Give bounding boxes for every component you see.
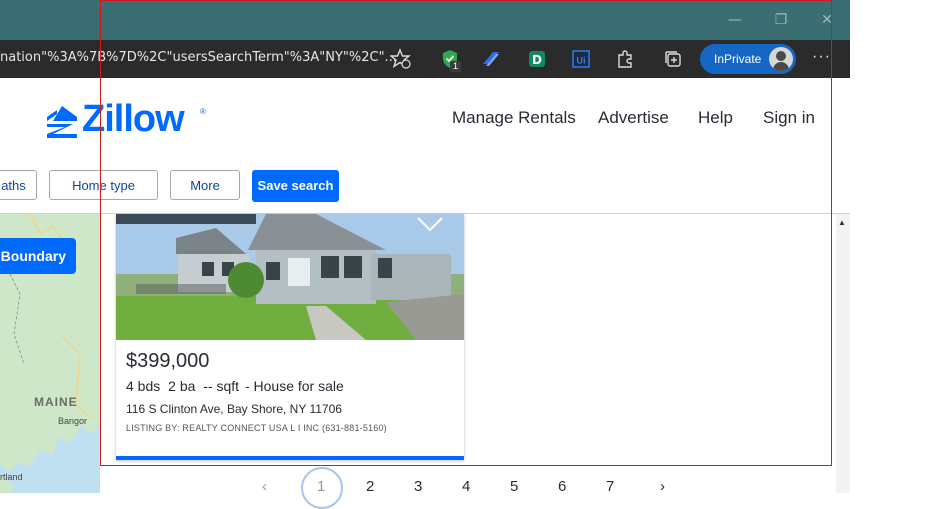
home-type-filter-button[interactable]: Home type (49, 170, 158, 200)
inprivate-label: InPrivate (714, 52, 762, 66)
next-page-button[interactable]: › (660, 478, 665, 495)
inprivate-button[interactable]: InPrivate (700, 44, 796, 74)
more-menu-icon[interactable]: ··· (812, 48, 831, 66)
logo-text: Zillow (82, 98, 185, 140)
map-panel[interactable]: Boundary MAINE Bangor rtland (0, 214, 100, 493)
baths-filter-button[interactable]: aths (0, 170, 37, 200)
listing-sqft: -- sqft (203, 378, 240, 394)
listing-facts: 4 bds 2 ba -- sqft - House for sale (126, 378, 344, 394)
listing-price: $399,000 (126, 350, 210, 372)
save-search-button[interactable]: Save search (252, 170, 339, 202)
nav-sign-in[interactable]: Sign in (763, 108, 815, 128)
close-button[interactable]: ✕ (817, 10, 837, 30)
arrow-extension-icon[interactable] (480, 48, 502, 70)
favorite-star-icon[interactable] (389, 48, 412, 70)
site-header: Zillow ® Manage Rentals Advertise Help S… (0, 78, 850, 159)
browser-title-bar: — ❐ ✕ (0, 0, 850, 40)
listing-type: - House for sale (244, 378, 344, 394)
svg-text:D: D (532, 53, 542, 67)
filter-bar: aths Home type More Save search (0, 158, 850, 214)
results-scrollbar[interactable] (836, 214, 850, 493)
prev-page-button[interactable]: ‹ (262, 478, 267, 495)
svg-text:Ui: Ui (576, 57, 585, 67)
minimize-button[interactable]: — (725, 10, 745, 30)
extensions-puzzle-icon[interactable] (614, 48, 636, 70)
page-1[interactable]: 1 (317, 478, 325, 495)
registered-mark: ® (200, 107, 206, 116)
browser-toolbar: nation"%3A%7B%7D%2C"usersSearchTerm"%3A"… (0, 40, 850, 78)
nav-advertise[interactable]: Advertise (598, 108, 669, 128)
page-2[interactable]: 2 (366, 478, 374, 495)
more-filter-button[interactable]: More (170, 170, 240, 200)
listing-broker: LISTING BY: REALTY CONNECT USA L I INC (… (126, 423, 387, 433)
collections-icon[interactable] (662, 48, 684, 70)
zillow-house-icon (47, 106, 77, 138)
scroll-up-arrow-icon[interactable]: ▲ (838, 218, 846, 227)
nav-help[interactable]: Help (698, 108, 733, 128)
map-state-label: MAINE (34, 395, 78, 409)
property-card[interactable]: $399,000 4 bds 2 ba -- sqft - House for … (116, 214, 464, 460)
profile-avatar-icon (769, 47, 793, 71)
remove-boundary-button[interactable]: Boundary (0, 238, 76, 274)
shield-extension-icon[interactable]: 1 (440, 48, 462, 72)
map-city-label-2: rtland (0, 472, 23, 482)
ui-extension-icon[interactable]: Ui (570, 48, 592, 70)
restore-button[interactable]: ❐ (771, 10, 791, 30)
card-accent-bar (116, 456, 464, 460)
listing-address[interactable]: 116 S Clinton Ave, Bay Shore, NY 11706 (126, 402, 342, 416)
address-bar[interactable]: nation"%3A%7B%7D%2C"usersSearchTerm"%3A"… (0, 50, 397, 65)
nav-manage-rentals[interactable]: Manage Rentals (452, 108, 576, 128)
page-5[interactable]: 5 (510, 478, 518, 495)
property-photo[interactable] (116, 214, 464, 340)
page-7[interactable]: 7 (606, 478, 614, 495)
d-extension-icon[interactable]: D (526, 48, 548, 70)
listing-baths: 2 ba (168, 378, 196, 394)
page-4[interactable]: 4 (462, 478, 470, 495)
page-6[interactable]: 6 (558, 478, 566, 495)
listing-beds: 4 bds (126, 378, 161, 394)
map-city-label: Bangor (58, 416, 88, 426)
page-3[interactable]: 3 (414, 478, 422, 495)
extension-badge: 1 (450, 61, 461, 72)
